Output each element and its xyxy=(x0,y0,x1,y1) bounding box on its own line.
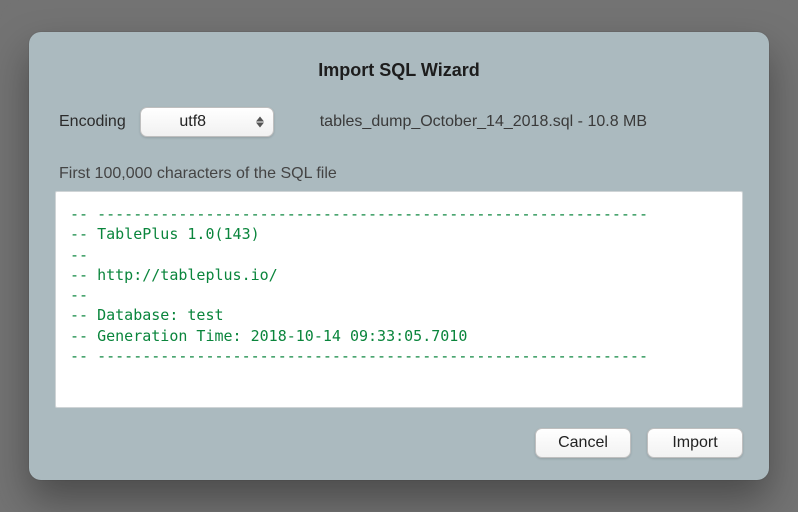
preview-caption: First 100,000 characters of the SQL file xyxy=(55,165,743,183)
window-backdrop: Import SQL Wizard Encoding utf8 tables_d… xyxy=(0,0,798,512)
file-info-label: tables_dump_October_14_2018.sql - 10.8 M… xyxy=(320,113,647,131)
encoding-label: Encoding xyxy=(59,113,126,131)
dialog-title: Import SQL Wizard xyxy=(55,60,743,81)
dialog-button-row: Cancel Import xyxy=(55,428,743,458)
encoding-select[interactable]: utf8 xyxy=(140,107,274,137)
cancel-button[interactable]: Cancel xyxy=(535,428,631,458)
encoding-row: Encoding utf8 tables_dump_October_14_201… xyxy=(55,107,743,137)
sql-preview: -- -------------------------------------… xyxy=(55,191,743,408)
import-button[interactable]: Import xyxy=(647,428,743,458)
import-sql-wizard-dialog: Import SQL Wizard Encoding utf8 tables_d… xyxy=(29,32,769,480)
encoding-select-wrap: utf8 xyxy=(140,107,274,137)
